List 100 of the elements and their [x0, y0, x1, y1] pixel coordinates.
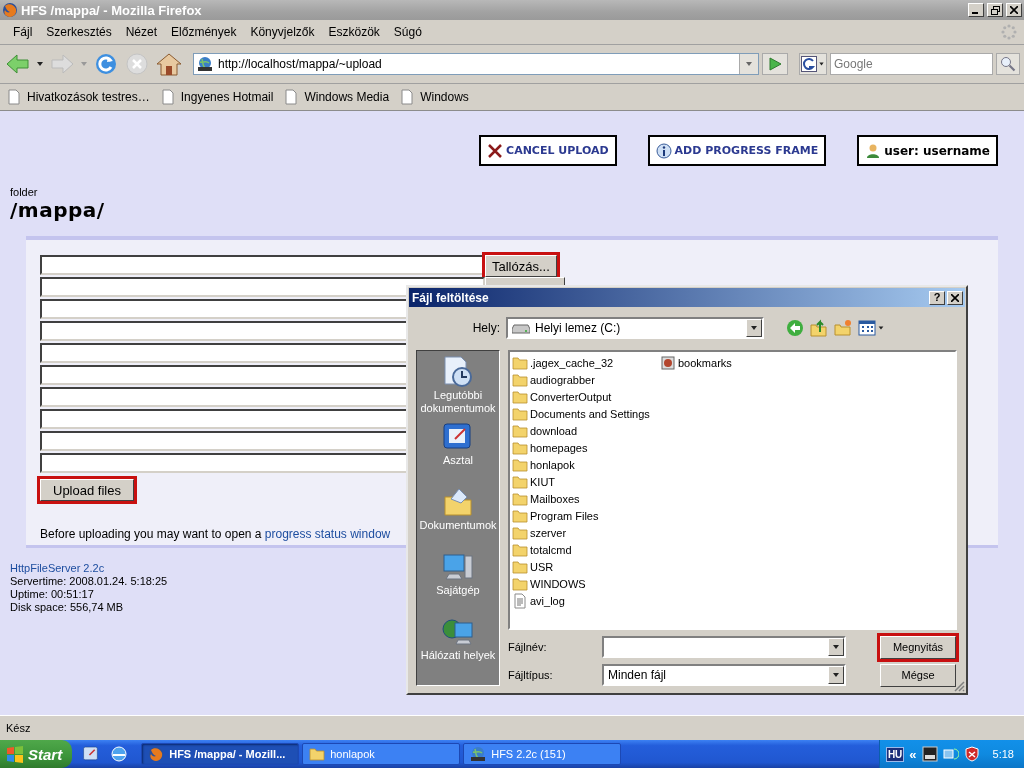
file-list-item[interactable]: ConverterOutput	[512, 388, 660, 405]
file-list-item[interactable]: bookmarks	[660, 354, 808, 371]
place-item[interactable]: Hálózati helyek	[417, 615, 499, 680]
file-list-item[interactable]: honlapok	[512, 456, 660, 473]
file-list-item[interactable]: audiograbber	[512, 371, 660, 388]
menu-item[interactable]: Könyvjelzők	[243, 25, 322, 39]
menu-item[interactable]: Szerkesztés	[39, 25, 119, 39]
up-folder-button[interactable]	[810, 319, 828, 337]
close-icon	[951, 293, 959, 302]
folder-icon	[512, 558, 528, 575]
action-button[interactable]: ADD PROGRESS FRAME	[647, 135, 827, 166]
globe-icon	[197, 56, 213, 72]
page-icon	[283, 89, 300, 105]
browser-icon	[110, 745, 129, 763]
cancel-button[interactable]: Mégse	[880, 663, 956, 687]
location-dropdown[interactable]: Helyi lemez (C:)	[506, 317, 764, 339]
place-item[interactable]: Sajátgép	[417, 550, 499, 615]
page-icon	[159, 89, 176, 105]
action-button[interactable]: CANCEL UPLOAD	[479, 135, 617, 166]
server-link[interactable]: HttpFileServer 2.2c	[10, 562, 105, 575]
help-button[interactable]: ?	[929, 290, 945, 305]
restore-button[interactable]	[987, 3, 1003, 17]
bookmark-link[interactable]: Windows Media	[283, 89, 390, 105]
resize-grip[interactable]	[953, 680, 965, 692]
place-item[interactable]: Dokumentumok	[417, 485, 499, 550]
folder-icon	[309, 746, 326, 762]
folder-icon	[512, 388, 528, 405]
file-type-dropdown[interactable]: Minden fájl	[602, 664, 846, 686]
upload-button[interactable]: Upload files	[40, 479, 134, 501]
search-button[interactable]	[996, 53, 1020, 75]
file-list-item[interactable]: Documents and Settings	[512, 405, 660, 422]
server-info-text: Disk space: 556,74 MB	[10, 601, 124, 614]
menu-item[interactable]: Súgó	[386, 25, 429, 39]
taskbar-button[interactable]: HFS 2.2c (151)	[463, 743, 622, 765]
file-list-item[interactable]: totalcmd	[512, 541, 660, 558]
progress-window-link[interactable]: progress status window	[264, 527, 391, 541]
info-icon	[655, 142, 672, 159]
new-folder-icon	[834, 319, 852, 337]
view-menu-button[interactable]	[858, 320, 885, 336]
firefox-icon	[148, 746, 165, 762]
windows-flag-icon	[6, 745, 24, 763]
taskbar-button[interactable]: honlapok	[302, 743, 461, 765]
file-list-item[interactable]: homepages	[512, 439, 660, 456]
file-name-label: Fájlnév:	[508, 641, 548, 653]
file-type-label: Fájltípus:	[508, 669, 554, 681]
page-icon	[6, 89, 22, 105]
menu-item[interactable]: Eszközök	[321, 25, 387, 39]
start-button[interactable]: Start	[0, 740, 73, 768]
server-info-text: Servertime: 2008.01.24. 5:18:25	[10, 575, 168, 588]
go-button[interactable]	[762, 53, 788, 75]
bookmark-link[interactable]: Hivatkozások testres…	[6, 89, 150, 105]
place-item[interactable]: Asztal	[417, 420, 499, 485]
back-button[interactable]	[786, 319, 804, 337]
clock: 5:18	[992, 748, 1014, 760]
file-name-field[interactable]	[602, 636, 846, 658]
minimize-button[interactable]	[968, 3, 984, 17]
folder-icon	[512, 575, 528, 592]
forward-arrow-icon	[50, 53, 74, 75]
bookmark-link[interactable]: Ingyenes Hotmail	[159, 89, 274, 105]
file-list-item[interactable]: KIUT	[512, 473, 660, 490]
menu-item[interactable]: Előzmények	[164, 25, 244, 39]
search-engine-button[interactable]	[799, 53, 827, 75]
search-field[interactable]: Google	[830, 53, 993, 75]
drive-icon	[512, 322, 530, 334]
place-item[interactable]: Legutóbbi dokumentumok	[417, 355, 499, 420]
close-icon	[1010, 6, 1018, 14]
recent-documents-icon	[441, 355, 475, 389]
user-button[interactable]: user: username	[857, 135, 998, 166]
file-list-item[interactable]: WINDOWS	[512, 575, 660, 592]
desktop-icon	[82, 745, 101, 763]
folder-icon	[512, 490, 528, 507]
caret-icon	[877, 324, 885, 332]
shield-icon[interactable]	[963, 746, 980, 762]
menu-item[interactable]: Fájl	[6, 25, 40, 39]
file-list-item[interactable]: .jagex_cache_32	[512, 354, 660, 371]
address-field[interactable]: http://localhost/mappa/~upload	[193, 53, 759, 75]
file-list-item[interactable]: Mailboxes	[512, 490, 660, 507]
menu-item[interactable]: Nézet	[118, 25, 165, 39]
file-list-item[interactable]: USR	[512, 558, 660, 575]
close-button[interactable]	[1006, 3, 1022, 17]
folder-icon	[512, 507, 528, 524]
server-tray-icon[interactable]	[921, 746, 938, 762]
taskbar-button[interactable]: HFS /mappa/ - Mozill...	[141, 743, 300, 765]
status-text: Kész	[0, 715, 1024, 740]
open-button[interactable]: Megnyitás	[880, 635, 956, 659]
folder-icon	[512, 354, 528, 371]
folder-icon	[512, 524, 528, 541]
file-input-field[interactable]	[40, 255, 485, 275]
close-button[interactable]	[947, 290, 963, 305]
file-list-item[interactable]: Program Files	[512, 507, 660, 524]
file-list-item[interactable]: download	[512, 422, 660, 439]
dialog-title: Fájl feltöltése	[412, 290, 490, 305]
file-list-item[interactable]: avi_log	[512, 592, 660, 609]
browse-button[interactable]: Tallózás...	[485, 255, 557, 277]
text-file-icon	[512, 592, 528, 609]
file-list-item[interactable]: szerver	[512, 524, 660, 541]
language-indicator[interactable]: HU	[885, 746, 905, 762]
bookmark-link[interactable]: Windows	[399, 89, 469, 105]
folder-label: folder	[10, 186, 39, 198]
show-hidden-icons-button[interactable]: «	[909, 746, 917, 762]
